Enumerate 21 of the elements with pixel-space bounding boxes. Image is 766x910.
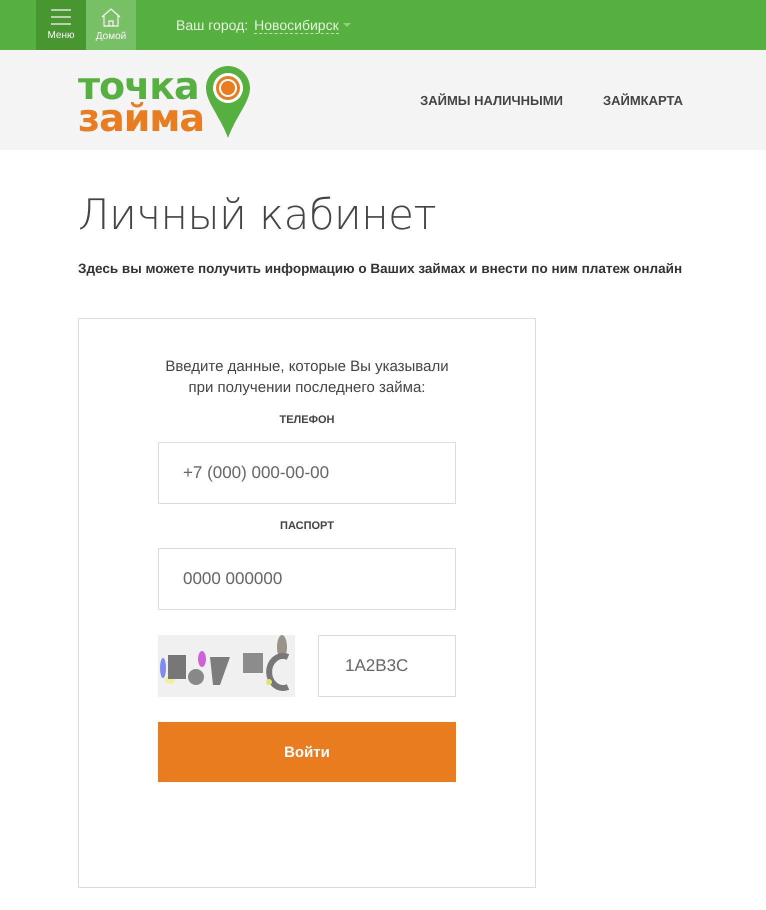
page-title: Личный кабинет	[78, 190, 438, 239]
field-label: ТЕЛЕФОН	[280, 414, 334, 426]
map-pin-logo-icon	[206, 66, 250, 138]
page-subtitle: Здесь вы можете получить информацию о Ваших займах и внести по ним платеж онлайн	[78, 261, 684, 276]
input-field[interactable]: +7 (000) 000-00-00	[158, 442, 456, 504]
login-button[interactable]: Войти	[158, 722, 456, 782]
form-intro: Введите данные, которые Вы указывали при получении последнего займа:	[164, 357, 450, 398]
city-dropdown[interactable]: Новосибирск	[254, 16, 339, 34]
field-label: ПАСПОРТ	[280, 520, 334, 532]
home-icon	[101, 8, 121, 27]
logo-text: точка	[78, 70, 199, 102]
logo-text: займа	[78, 102, 204, 134]
menu-button[interactable]: Меню	[36, 0, 86, 50]
nav-link[interactable]: ЗАЙМЫ НАЛИЧНЫМИ	[420, 92, 563, 108]
menu-icon	[51, 8, 71, 26]
input-field[interactable]: 0000 000000	[158, 548, 456, 610]
caret-icon	[342, 23, 351, 27]
nav-link[interactable]: ЗАЙМКАРТА	[602, 92, 683, 108]
captcha-field[interactable]: 1A2B3C	[318, 635, 456, 697]
city-label: Ваш город:	[176, 17, 248, 33]
home-button[interactable]: Домой	[86, 0, 136, 50]
